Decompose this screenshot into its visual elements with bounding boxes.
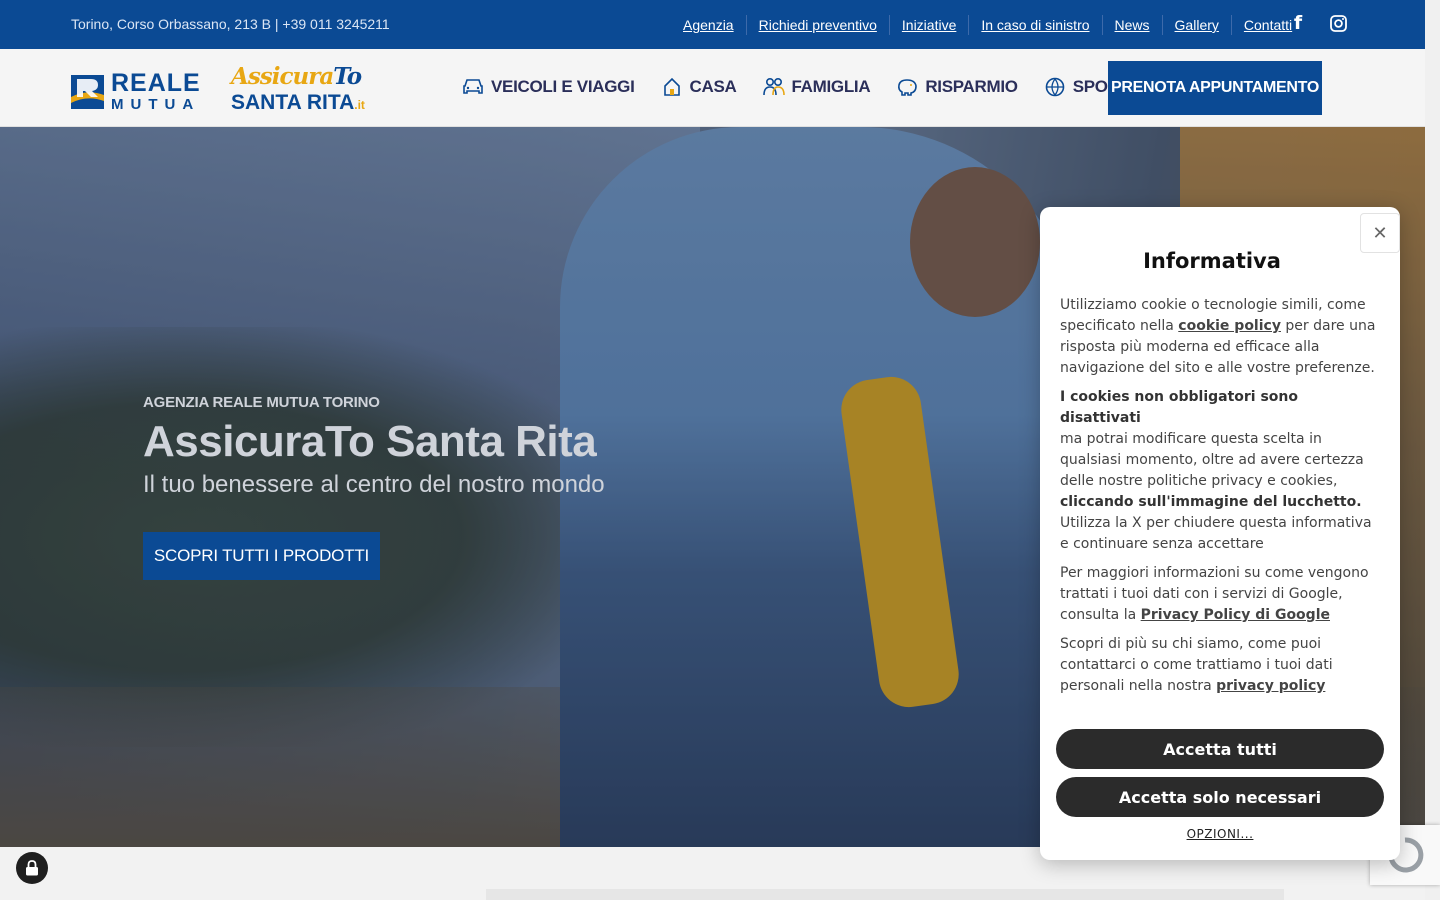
top-link-sinistro[interactable]: In caso di sinistro [969,15,1103,35]
top-bar: Torino, Corso Orbassano, 213 B | +39 011… [0,0,1425,49]
cookie-p2-bold-lock: cliccando sull'immagine del lucchetto. [1060,494,1362,510]
scrollbar[interactable] [1425,0,1440,900]
cookie-p2-bold: I cookies non obbligatori sono disattiva… [1060,389,1299,426]
top-link-iniziative[interactable]: Iniziative [890,15,970,35]
hero-text: AGENZIA REALE MUTUA TORINO AssicuraTo Sa… [143,394,605,499]
cookie-paragraph-2: I cookies non obbligatori sono disattiva… [1060,387,1380,555]
hero-title: AssicuraTo Santa Rita [143,417,597,466]
google-privacy-policy-link[interactable]: Privacy Policy di Google [1141,607,1330,623]
logo-to-text: To [333,63,362,90]
reale-mutua-wordmark: REALE MUTUA [111,69,201,113]
lock-icon [26,860,38,876]
cookie-paragraph-3: Per maggiori informazioni su come vengon… [1060,563,1380,626]
cookie-options-link[interactable]: OPZIONI... [1040,827,1400,841]
house-icon [661,76,683,98]
logo-santa-rita: SANTA RITA.it [231,91,365,115]
cookie-dialog-body: Utilizziamo cookie o tecnologie simili, … [1060,295,1380,705]
reale-mutua-logo[interactable]: REALE MUTUA [71,71,201,112]
logo-assicurato: AssicuraTo [231,63,362,90]
close-button[interactable]: ✕ [1360,213,1400,253]
logo-assicura-text: Assicura [231,63,334,90]
discover-products-button[interactable]: SCOPRI TUTTI I PRODOTTI [143,532,380,580]
facebook-icon[interactable]: f [1288,12,1308,34]
logo-line-1: REALE [111,69,201,97]
agency-address: Torino, Corso Orbassano, 213 B | +39 011… [71,16,390,32]
nav-risparmio[interactable]: RISPARMIO [896,76,1018,98]
top-link-gallery[interactable]: Gallery [1163,15,1232,35]
cookie-paragraph-4: Scopri di più su chi siamo, come puoi co… [1060,634,1380,697]
hero-subtitle: Il tuo benessere al centro del nostro mo… [143,471,605,498]
logo-line-2: MUTUA [111,96,201,113]
ball-icon [1044,76,1066,98]
cookie-lock-button[interactable] [16,852,48,884]
nav-label: CASA [689,77,737,96]
nav-label: FAMIGLIA [791,77,871,96]
cookie-dialog-title: Informativa [1143,249,1281,273]
nav-casa[interactable]: CASA [661,76,737,98]
cookie-p2-text: ma potrai modificare questa scelta in qu… [1060,431,1364,489]
close-icon: ✕ [1372,222,1388,244]
scroll-fade [1040,697,1400,717]
cookie-consent-dialog: ✕ Informativa Utilizziamo cookie o tecno… [1040,207,1400,860]
main-header: REALE MUTUA AssicuraTo SANTA RITA.it VEI… [0,49,1425,127]
logo-santa-rita-text: SANTA RITA [231,91,355,114]
top-links: Agenzia Richiedi preventivo Iniziative I… [671,15,1304,35]
accept-necessary-button[interactable]: Accetta solo necessari [1056,777,1384,817]
nav-veicoli-viaggi[interactable]: VEICOLI E VIAGGI [462,76,635,98]
logo-it-text: .it [354,98,365,112]
cookie-paragraph-1: Utilizziamo cookie o tecnologie simili, … [1060,295,1380,379]
privacy-policy-link[interactable]: privacy policy [1216,678,1325,694]
family-icon [762,76,785,98]
hero-kicker: AGENZIA REALE MUTUA TORINO [143,394,380,411]
content-section-start [486,889,1284,900]
nav-label: RISPARMIO [925,77,1018,96]
cookie-policy-link[interactable]: cookie policy [1178,318,1281,334]
top-link-preventivo[interactable]: Richiedi preventivo [747,15,890,35]
accept-all-button[interactable]: Accetta tutti [1056,729,1384,769]
assicurato-santa-rita-logo[interactable]: AssicuraTo SANTA RITA.it [231,63,366,115]
reale-mutua-mark-icon [71,74,104,109]
top-link-news[interactable]: News [1103,15,1163,35]
nav-famiglia[interactable]: FAMIGLIA [762,76,871,98]
instagram-icon[interactable] [1328,13,1348,33]
piggy-bank-icon [896,76,918,98]
nav-label: VEICOLI E VIAGGI [491,77,635,96]
cookie-p2-text-end: Utilizza la X per chiudere questa inform… [1060,515,1372,552]
book-appointment-button[interactable]: PRENOTA APPUNTAMENTO [1108,61,1322,115]
main-nav: VEICOLI E VIAGGI CASA FAMIGLIA RISPARMIO… [462,76,1156,98]
top-link-agenzia[interactable]: Agenzia [671,15,747,35]
car-icon [462,76,484,98]
